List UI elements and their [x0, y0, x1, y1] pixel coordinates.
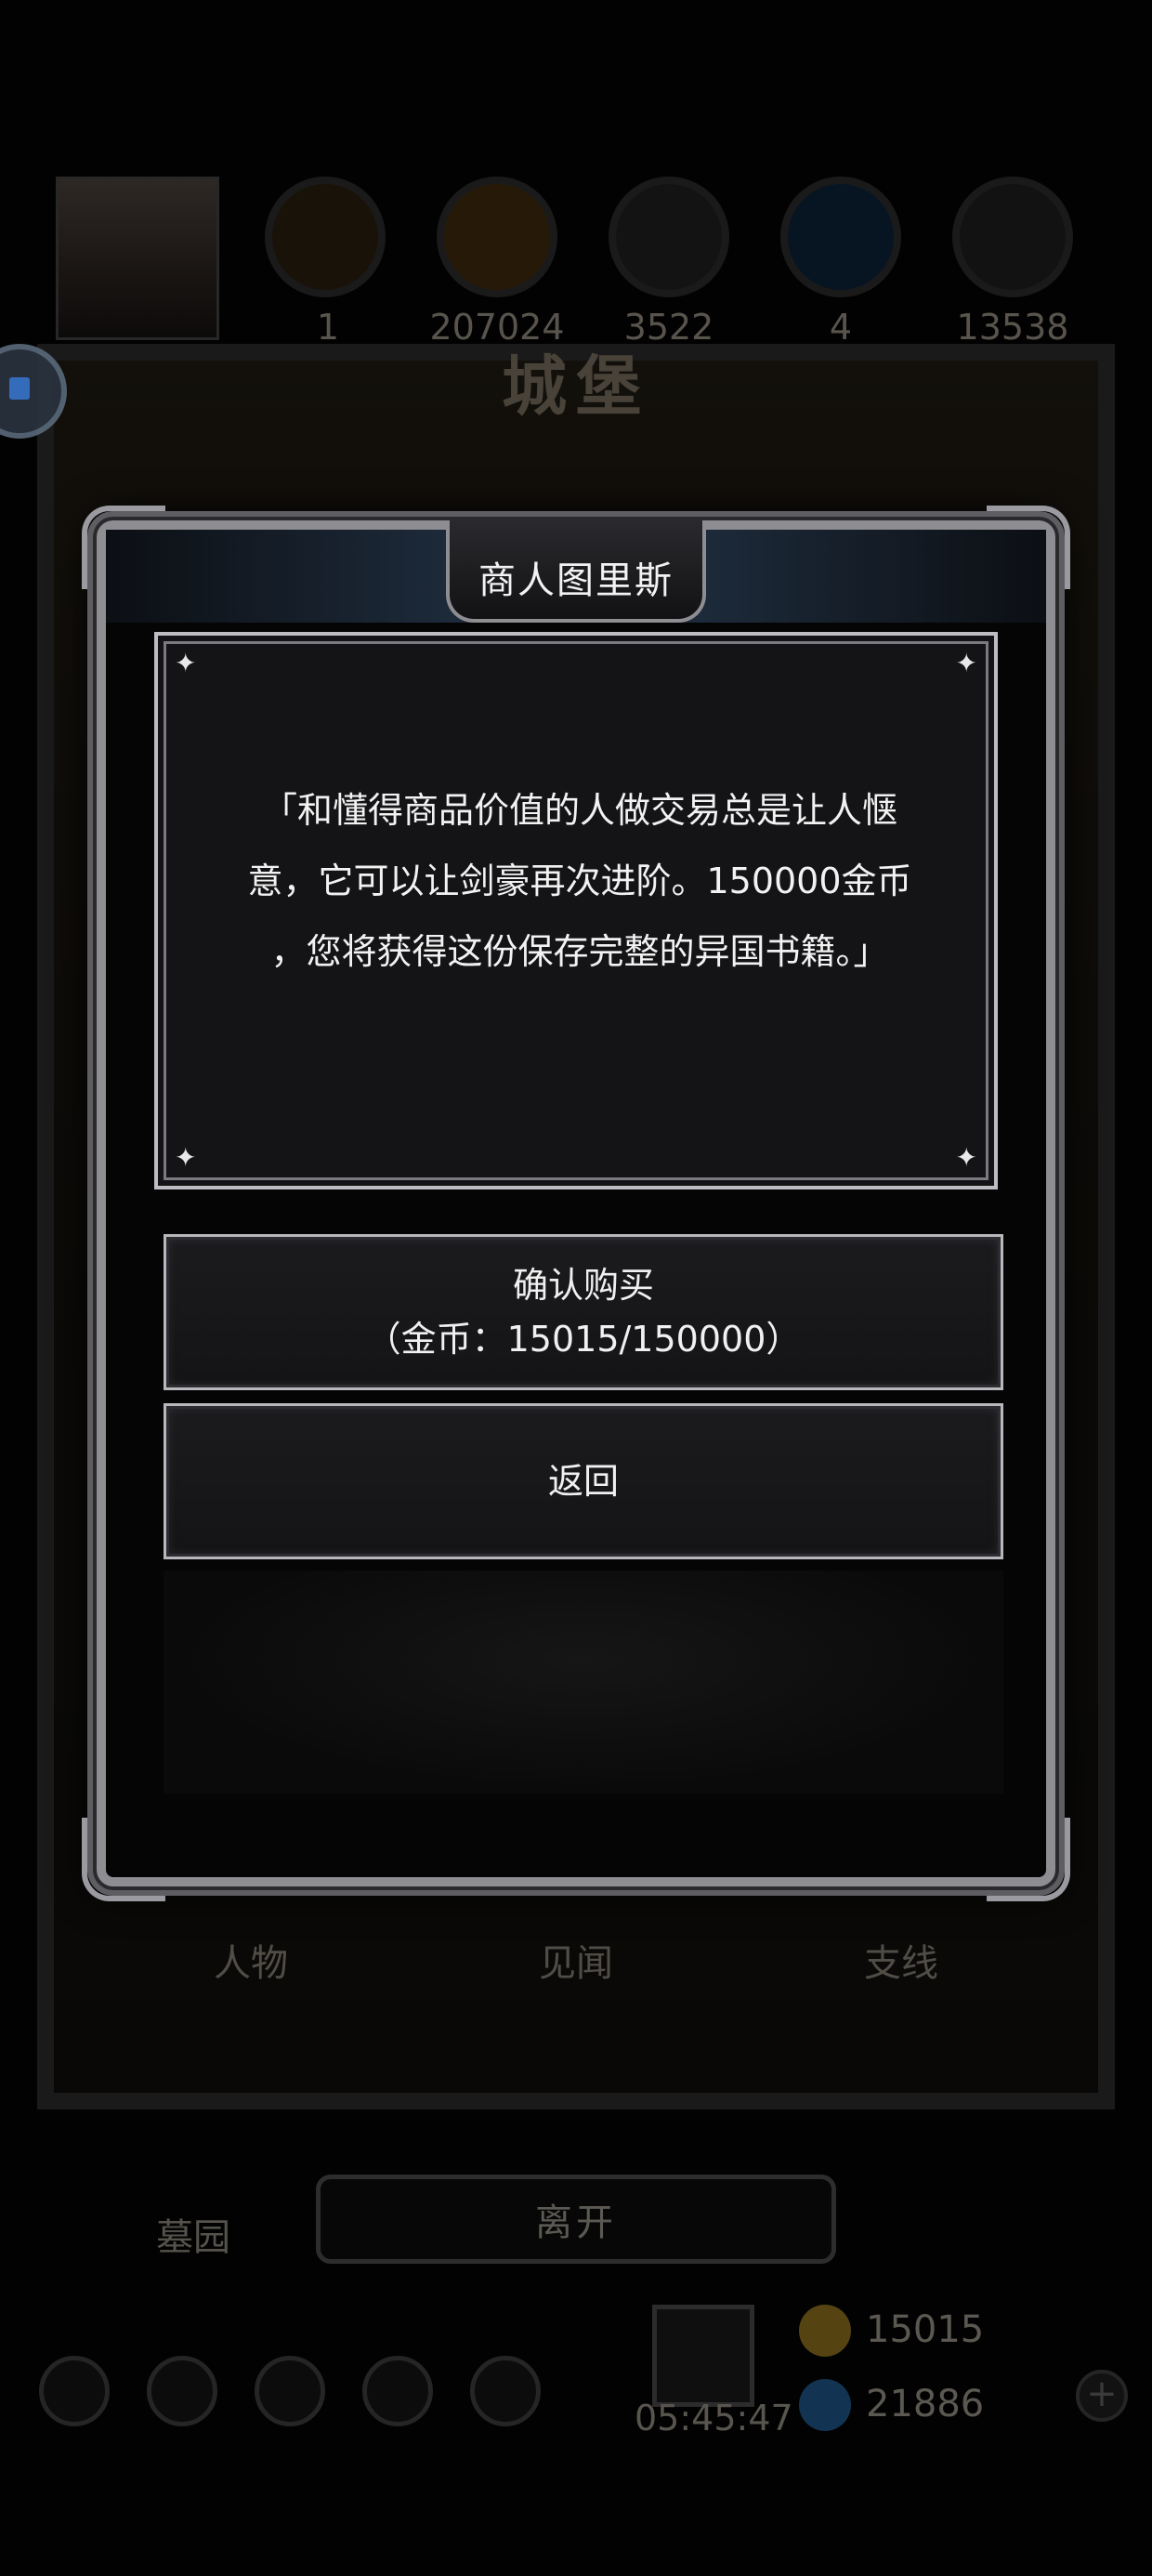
bottom-nav-bar: 05:45:47 15015 21886 + [0, 2305, 1152, 2472]
castle-title: 城堡 [502, 348, 650, 425]
merchant-message: 「和懂得商品价值的人做交易总是让人惬 意，它可以让剑豪再次进阶。150000金币… [247, 790, 912, 972]
gift-icon[interactable] [652, 2305, 754, 2407]
sparkle-icon: ✦ [955, 1142, 977, 1173]
confirm-purchase-button[interactable]: 确认购买 （金币：15015/150000） [164, 1234, 1003, 1390]
sparkle-icon: ✦ [175, 648, 197, 678]
confirm-purchase-label: 确认购买 [512, 1265, 654, 1306]
ornament-corner-icon [82, 1818, 165, 1901]
game-screen: 1 207024 3522 4 13538 城堡 人物 见闻 支线 墓园 离开 [0, 0, 1152, 2576]
purchase-cost-label: （金币：15015/150000） [365, 1319, 802, 1360]
nav-icon-5[interactable] [470, 2356, 541, 2426]
resource-icon-5 [952, 177, 1073, 297]
gem-value: 21886 [866, 2383, 985, 2425]
hero-portrait[interactable] [56, 177, 219, 340]
dialog-title: 商人图里斯 [478, 559, 674, 602]
add-currency-icon[interactable]: + [1076, 2370, 1128, 2422]
back-button-label: 返回 [547, 1461, 619, 1502]
message-panel: ✦ ✦ ✦ ✦ 「和懂得商品价值的人做交易总是让人惬 意，它可以让剑豪再次进阶。… [154, 632, 998, 1189]
graveyard-label[interactable]: 墓园 [156, 2207, 230, 2261]
sparkle-icon: ✦ [955, 648, 977, 678]
back-button[interactable]: 返回 [164, 1403, 1003, 1559]
leave-button-label: 离开 [535, 2201, 617, 2244]
ornament-corner-icon [987, 1818, 1070, 1901]
leave-button[interactable]: 离开 [316, 2175, 836, 2264]
gold-value: 15015 [866, 2308, 985, 2351]
tab-side-quest[interactable]: 支线 [762, 1933, 1041, 1987]
nav-icon-3[interactable] [255, 2356, 325, 2426]
gift-timer: 05:45:47 [635, 2398, 793, 2438]
resource-icon-2 [437, 177, 557, 297]
dialog-header: 商人图里斯 [106, 520, 1046, 623]
resource-icon-3 [609, 177, 729, 297]
tab-character[interactable]: 人物 [111, 1933, 390, 1987]
resource-icon-1 [265, 177, 386, 297]
resource-icon-4 [780, 177, 901, 297]
nav-icon-2[interactable] [147, 2356, 217, 2426]
dialog-empty-area [164, 1571, 1003, 1794]
nav-icon-4[interactable] [362, 2356, 433, 2426]
sparkle-icon: ✦ [175, 1142, 197, 1173]
resource-bar: 1 207024 3522 4 13538 [56, 167, 1115, 348]
tab-journal[interactable]: 见闻 [437, 1933, 715, 1987]
gold-coin-icon [799, 2305, 851, 2357]
nav-icon-1[interactable] [39, 2356, 110, 2426]
castle-tabs: 人物 见闻 支线 [56, 1933, 1096, 2044]
merchant-dialog: 商人图里斯 ✦ ✦ ✦ ✦ 「和懂得商品价值的人做交易总是让人惬 意，它可以让剑… [82, 506, 1070, 1901]
gem-icon [799, 2379, 851, 2431]
